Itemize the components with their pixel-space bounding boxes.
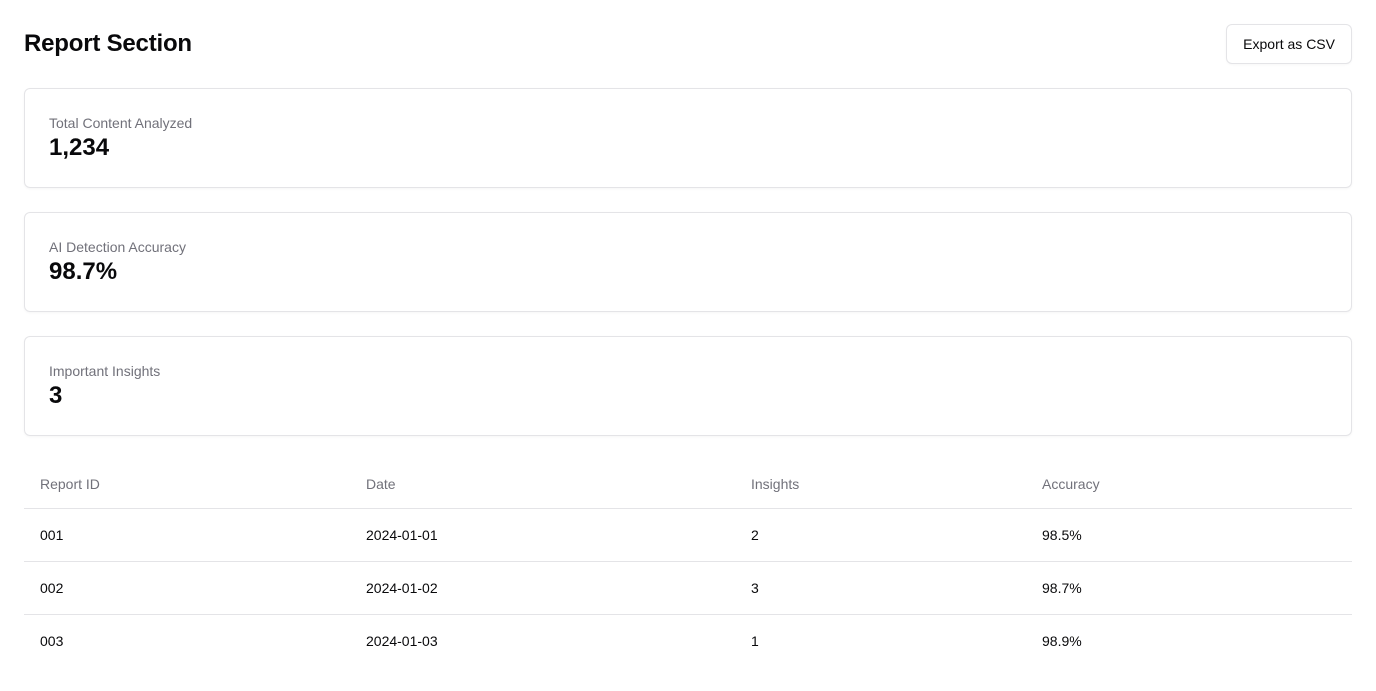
reports-table: Report ID Date Insights Accuracy 001 202… xyxy=(24,460,1352,667)
stat-card-total-content: Total Content Analyzed 1,234 xyxy=(24,88,1352,188)
cell-insights: 1 xyxy=(751,633,759,649)
column-header-date: Date xyxy=(350,460,735,509)
column-header-report-id: Report ID xyxy=(24,460,350,509)
page-header: Report Section Export as CSV xyxy=(24,24,1352,64)
stat-label: Important Insights xyxy=(49,363,161,379)
cell-insights: 2 xyxy=(735,508,1026,562)
cell-report-id: 001 xyxy=(24,508,350,562)
table-row: 003 2024-01-03 1 98.9% xyxy=(24,615,1352,668)
report-page: Report Section Export as CSV Total Conte… xyxy=(0,0,1376,691)
table-header-row: Report ID Date Insights Accuracy xyxy=(24,460,1352,509)
cell-date: 2024-01-03 xyxy=(366,633,438,649)
stat-card-important-insights: Important Insights 3 xyxy=(24,336,1352,436)
stat-cards: Total Content Analyzed 1,234 AI Detectio… xyxy=(24,88,1352,436)
cell-accuracy: 98.9% xyxy=(1042,633,1082,649)
export-csv-button[interactable]: Export as CSV xyxy=(1226,24,1352,64)
cell-insights: 3 xyxy=(735,561,1026,615)
table-row: 001 2024-01-01 2 98.5% xyxy=(24,508,1352,562)
stat-card-ai-accuracy: AI Detection Accuracy 98.7% xyxy=(24,212,1352,312)
cell-accuracy: 98.5% xyxy=(1026,508,1352,562)
stat-label: AI Detection Accuracy xyxy=(49,239,186,255)
cell-report-id: 002 xyxy=(24,561,350,615)
stat-value: 3 xyxy=(49,382,63,409)
column-header-accuracy: Accuracy xyxy=(1026,460,1352,509)
stat-value: 1,234 xyxy=(49,134,110,161)
stat-value: 98.7% xyxy=(49,258,118,285)
cell-date: 2024-01-01 xyxy=(350,508,735,562)
page-title: Report Section xyxy=(24,30,192,57)
cell-date: 2024-01-02 xyxy=(350,561,735,615)
cell-accuracy: 98.7% xyxy=(1026,561,1352,615)
stat-label: Total Content Analyzed xyxy=(49,115,193,131)
table-row: 002 2024-01-02 3 98.7% xyxy=(24,561,1352,615)
cell-report-id: 003 xyxy=(40,633,64,649)
column-header-insights: Insights xyxy=(735,460,1026,509)
